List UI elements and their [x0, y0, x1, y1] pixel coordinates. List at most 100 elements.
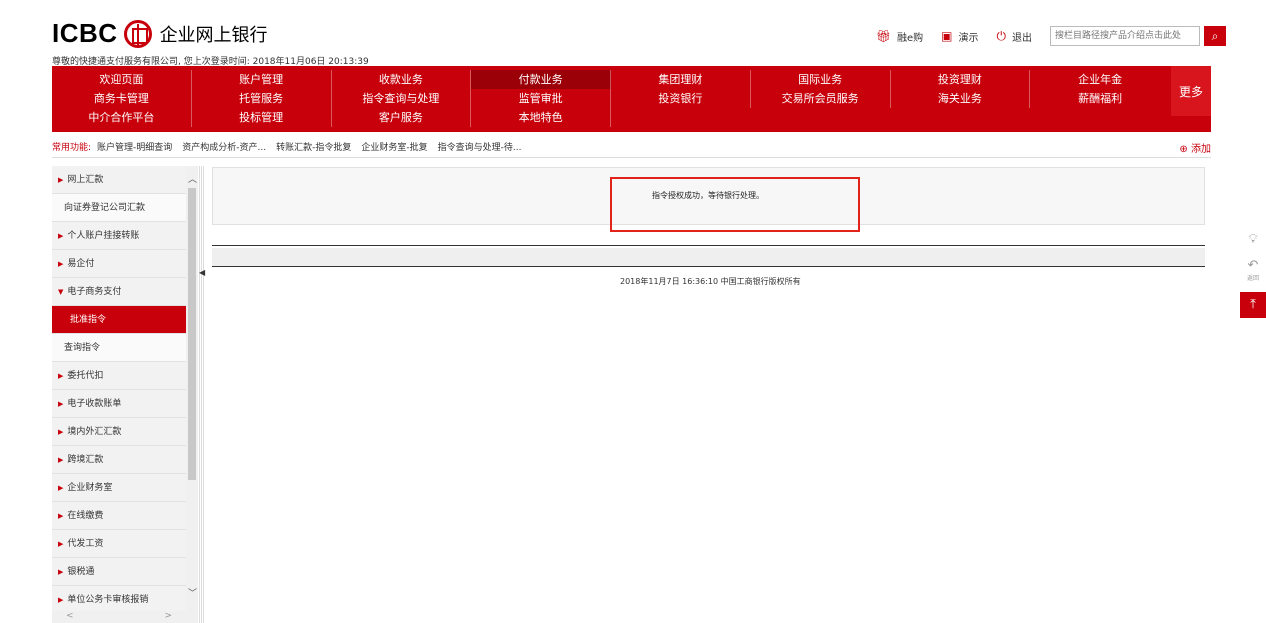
triangle-right-icon: ▶ [58, 400, 64, 408]
sidebar-item[interactable]: 查询指令 [52, 334, 186, 362]
triangle-down-icon: ▼ [58, 288, 64, 296]
sidebar-item-label: 电子商务支付 [67, 287, 122, 297]
scroll-thumb[interactable] [188, 188, 196, 480]
rongego-link[interactable]: 🎁︎ 融e购 [876, 29, 923, 44]
sidebar-item[interactable]: ▼ 电子商务支付 [52, 278, 186, 306]
scroll-up-icon[interactable]: ︿ [188, 172, 197, 185]
top-links: 🎁︎ 融e购 ▣ 演示 ⏻ 退出 ⌕ [876, 26, 1226, 46]
nav-item[interactable]: 交易所会员服务 [751, 89, 891, 108]
nav-item[interactable]: 商务卡管理 [52, 89, 192, 108]
sidebar-item[interactable]: ▶ 银税通 [52, 558, 186, 586]
logout-label: 退出 [1012, 32, 1032, 44]
sidebar-item-label: 在线缴费 [67, 511, 104, 521]
nav-item[interactable]: 薪酬福利 [1030, 89, 1170, 108]
scroll-right-icon[interactable]: > [164, 611, 172, 623]
sidebar-item[interactable]: 批准指令 [52, 306, 186, 334]
search-button[interactable]: ⌕ [1204, 26, 1226, 46]
nav-item[interactable]: 国际业务 [751, 70, 891, 89]
sidebar-item-label: 代发工资 [67, 539, 104, 549]
back-to-top-icon[interactable]: ⤒ [1240, 292, 1266, 318]
more-button[interactable]: 更多 [1171, 66, 1211, 116]
nav-item[interactable]: 投标管理 [192, 108, 332, 127]
sidebar-item-label: 电子收款账单 [67, 399, 122, 409]
gift-icon: 🎁︎ [875, 29, 891, 43]
nav-item[interactable]: 集团理财 [611, 70, 751, 89]
triangle-right-icon: ▶ [58, 456, 64, 464]
logout-link[interactable]: ⏻ 退出 [997, 29, 1033, 44]
sidebar-item-label: 向证券登记公司汇款 [64, 203, 146, 213]
quick-item[interactable]: 企业财务室-批复 [361, 140, 427, 153]
nav-item[interactable]: 客户服务 [332, 108, 472, 127]
nav-item[interactable]: 付款业务 [471, 70, 611, 89]
demo-label: 演示 [958, 32, 979, 44]
sidebar-item[interactable]: ▶ 网上汇款 [52, 166, 186, 194]
quick-item[interactable]: 资产构成分析-资产... [182, 140, 266, 153]
content-bar [212, 248, 1205, 266]
return-arrow-icon: ↶ [1247, 258, 1259, 273]
header: ICBC 企业网上银行 尊敬的快捷通支付服务有限公司, 您上次登录时间: 201… [0, 0, 1266, 67]
nav-item[interactable]: 投资理财 [891, 70, 1031, 89]
quick-item[interactable]: 指令查询与处理-待... [438, 140, 522, 153]
collapse-arrow-icon[interactable]: ◀ [199, 268, 205, 277]
bank-logo[interactable]: ICBC 企业网上银行 [52, 18, 268, 49]
sidebar-item[interactable]: ▶ 委托代扣 [52, 362, 186, 390]
triangle-right-icon: ▶ [58, 232, 64, 240]
nav-item[interactable]: 中介合作平台 [52, 108, 192, 127]
highlight-box [610, 177, 860, 232]
main-nav: 欢迎页面 账户管理 收款业务 付款业务 集团理财 国际业务 投资理财 企业年金商务卡管理 托管服… [52, 66, 1211, 132]
nav-item[interactable]: 账户管理 [192, 70, 332, 89]
scroll-down-icon[interactable]: ﹀ [188, 586, 197, 599]
sidebar-item[interactable]: ▶ 电子收款账单 [52, 390, 186, 418]
nav-item[interactable]: 本地特色 [471, 108, 611, 127]
sidebar-hscrollbar[interactable]: < > [52, 611, 186, 623]
power-icon: ⏻ [996, 28, 1007, 43]
triangle-right-icon: ▶ [58, 568, 64, 576]
sidebar-item[interactable]: ▶ 在线缴费 [52, 502, 186, 530]
sidebar-scrollbar[interactable]: ︿ ﹀ [186, 166, 198, 623]
sidebar-item-label: 境内外汇汇款 [67, 427, 122, 437]
triangle-right-icon: ▶ [58, 540, 64, 548]
quick-functions: 常用功能: 账户管理-明细查询 资产构成分析-资产... 转账汇款-指令批复 企… [52, 136, 1211, 158]
sidebar-item-label: 易企付 [67, 259, 95, 269]
sidebar-item[interactable]: ▶ 单位公务卡审核报销 [52, 586, 186, 614]
panel-splitter[interactable]: ◀ [199, 166, 205, 623]
search-input[interactable] [1050, 26, 1200, 46]
triangle-right-icon: ▶ [58, 260, 64, 268]
success-message: 指令授权成功，等待银行处理。 [652, 191, 764, 200]
triangle-right-icon: ▶ [58, 484, 64, 492]
quick-item[interactable]: 账户管理-明细查询 [97, 140, 172, 153]
sidebar-item[interactable]: ▶ 个人账户挂接转账 [52, 222, 186, 250]
nav-item[interactable]: 收款业务 [332, 70, 472, 89]
nav-item[interactable]: 企业年金 [1030, 70, 1170, 89]
sidebar-item-label: 企业财务室 [67, 483, 113, 493]
nav-item[interactable]: 监管审批 [471, 89, 611, 108]
sidebar-item[interactable]: 向证券登记公司汇款 [52, 194, 186, 222]
scroll-left-icon[interactable]: < [66, 611, 74, 623]
quick-item[interactable]: 转账汇款-指令批复 [276, 140, 351, 153]
sidebar-item[interactable]: ▶ 跨境汇款 [52, 446, 186, 474]
nav-grid: 欢迎页面 账户管理 收款业务 付款业务 集团理财 国际业务 投资理财 企业年金商务卡管理 托管服… [52, 70, 1170, 127]
search-icon: ⌕ [1211, 28, 1219, 43]
sidebar-item[interactable]: ▶ 境内外汇汇款 [52, 418, 186, 446]
sidebar-item-label: 查询指令 [64, 343, 101, 353]
divider [212, 245, 1205, 246]
sidebar-item-label: 单位公务卡审核报销 [67, 595, 149, 605]
sidebar-item-label: 委托代扣 [67, 371, 104, 381]
rongego-label: 融e购 [897, 32, 924, 44]
sidebar-item[interactable]: ▶ 企业财务室 [52, 474, 186, 502]
nav-item[interactable]: 欢迎页面 [52, 70, 192, 89]
lightbulb-icon[interactable]: 💡︎ [1240, 232, 1266, 247]
divider [212, 266, 1205, 267]
nav-item[interactable]: 托管服务 [192, 89, 332, 108]
back-tool[interactable]: ↶ 返回 [1240, 258, 1266, 282]
sidebar-item[interactable]: ▶ 代发工资 [52, 530, 186, 558]
nav-item[interactable]: 指令查询与处理 [332, 89, 472, 108]
quick-label: 常用功能: [52, 143, 92, 153]
nav-item[interactable]: 投资银行 [611, 89, 751, 108]
nav-item[interactable]: 海关业务 [891, 89, 1031, 108]
sidebar-item[interactable]: ▶ 易企付 [52, 250, 186, 278]
add-quick-button[interactable]: ⊕ 添加 [1179, 140, 1211, 155]
sidebar-item-label: 批准指令 [70, 315, 107, 325]
icbc-emblem-icon [123, 19, 152, 48]
demo-link[interactable]: ▣ 演示 [941, 29, 978, 44]
